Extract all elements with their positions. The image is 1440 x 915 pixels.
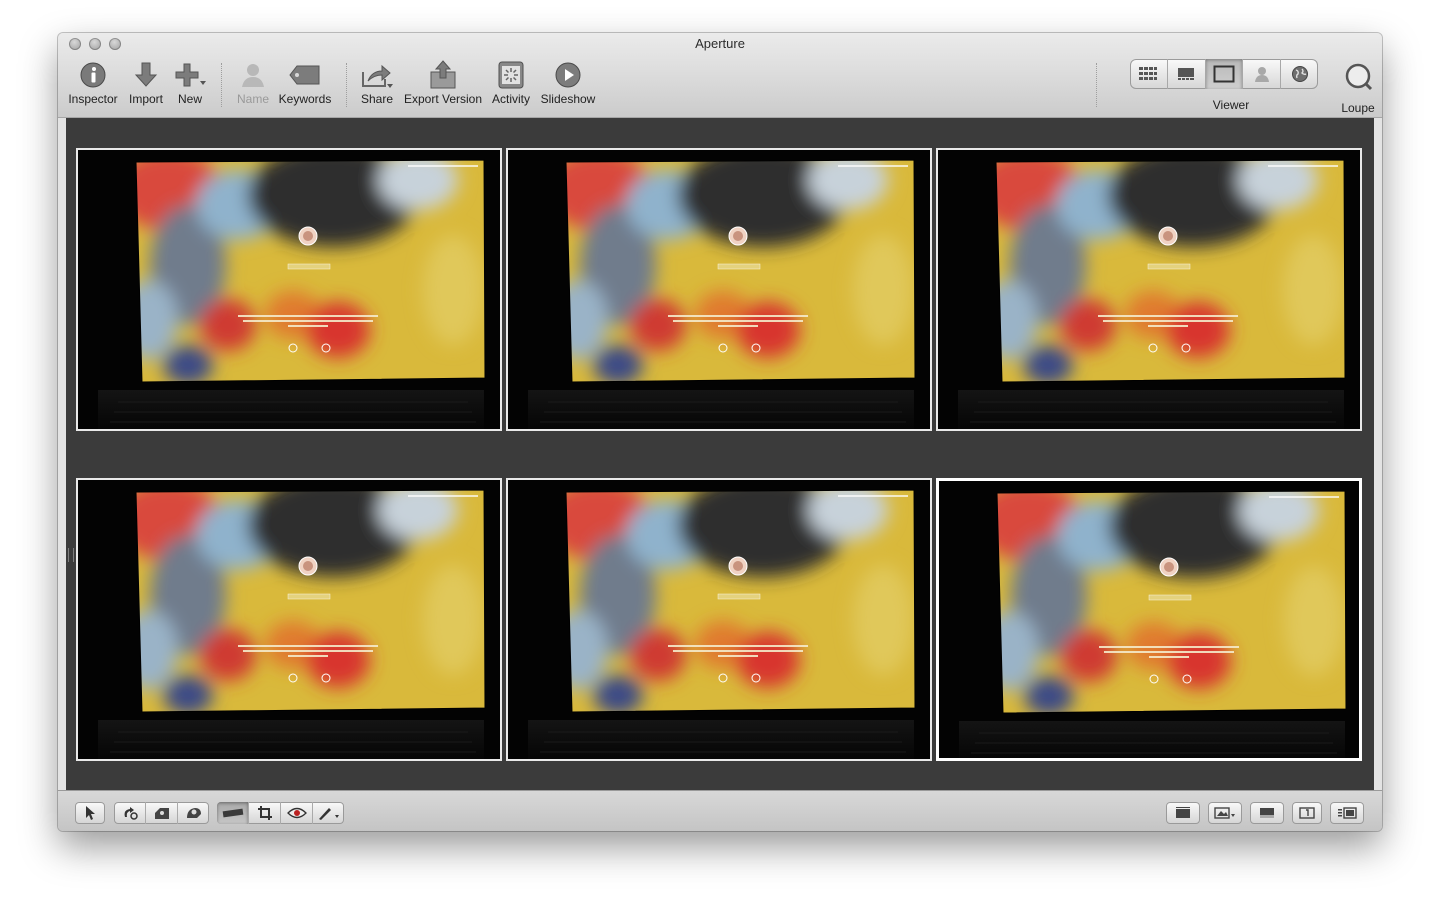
info-icon bbox=[80, 62, 106, 88]
activity-button[interactable]: Activity bbox=[488, 59, 534, 106]
primary-only-button[interactable] bbox=[1292, 802, 1322, 824]
metadata-icon bbox=[1260, 808, 1274, 818]
photo-image bbox=[78, 480, 500, 759]
viewer-only-button[interactable] bbox=[1205, 59, 1244, 89]
name-button[interactable]: Name bbox=[232, 59, 274, 106]
pointer-icon bbox=[86, 806, 95, 820]
rotate-tool-button[interactable] bbox=[114, 802, 146, 824]
quick-brush-icon bbox=[222, 808, 243, 818]
inspector-button[interactable]: Inspector bbox=[66, 59, 120, 106]
photo-thumbnail[interactable] bbox=[506, 148, 932, 431]
slideshow-button[interactable]: Slideshow bbox=[536, 59, 600, 106]
photo-image bbox=[938, 150, 1360, 429]
activity-icon bbox=[498, 61, 524, 89]
inspector-label: Inspector bbox=[68, 92, 118, 106]
activity-label: Activity bbox=[491, 92, 530, 106]
slideshow-label: Slideshow bbox=[540, 92, 596, 106]
browse-options-button[interactable] bbox=[1208, 802, 1242, 824]
filmstrip-icon bbox=[1176, 807, 1190, 818]
play-icon bbox=[555, 62, 581, 88]
red-eye-tool-button[interactable] bbox=[281, 802, 313, 824]
pointer-tool-button[interactable] bbox=[75, 802, 105, 824]
window-title: Aperture bbox=[695, 36, 745, 51]
export-version-button[interactable]: Export Version bbox=[400, 59, 486, 106]
toolbar-separator bbox=[221, 63, 222, 107]
loupe-label: Loupe bbox=[1341, 101, 1375, 115]
toolbar-separator bbox=[346, 63, 347, 107]
filmstrip-view-button[interactable] bbox=[1168, 59, 1206, 89]
viewer-area bbox=[66, 118, 1374, 790]
primary-only-icon bbox=[1299, 807, 1315, 819]
import-arrow-icon bbox=[134, 62, 158, 87]
adjust-tools-group bbox=[114, 802, 209, 824]
filmstrip-view-icon bbox=[1178, 68, 1195, 80]
lift-stamp-icon bbox=[186, 808, 201, 818]
inspector-layout-button[interactable] bbox=[1330, 802, 1364, 824]
photo-thumbnail[interactable] bbox=[76, 148, 502, 431]
photo-thumbnail-selected[interactable] bbox=[936, 478, 1362, 761]
metadata-overlay-button[interactable] bbox=[1250, 802, 1284, 824]
crop-icon bbox=[257, 806, 272, 820]
faces-icon bbox=[1254, 67, 1269, 82]
crop-tool-button[interactable] bbox=[249, 802, 281, 824]
photo-image bbox=[939, 481, 1359, 758]
places-icon bbox=[1291, 66, 1308, 82]
keywords-label: Keywords bbox=[278, 92, 332, 106]
viewer-mode-control[interactable] bbox=[1130, 59, 1318, 89]
filmstrip-toggle-button[interactable] bbox=[1166, 802, 1200, 824]
photo-image bbox=[508, 480, 930, 759]
places-button[interactable] bbox=[1281, 59, 1318, 89]
viewer-only-icon bbox=[1213, 65, 1235, 83]
person-icon bbox=[242, 64, 264, 87]
faces-button[interactable] bbox=[1243, 59, 1282, 89]
new-label: New bbox=[177, 92, 202, 106]
title-toolbar: Aperture Inspector Import New Name Keywo… bbox=[58, 33, 1382, 118]
export-version-label: Export Version bbox=[403, 92, 483, 106]
import-button[interactable]: Import bbox=[124, 59, 168, 106]
straighten-icon bbox=[154, 808, 169, 819]
bottom-toolbar bbox=[58, 790, 1382, 831]
plus-icon bbox=[175, 63, 206, 87]
new-button[interactable]: New bbox=[170, 59, 210, 106]
loupe-button[interactable]: Loupe bbox=[1336, 61, 1380, 115]
inspector-layout-icon bbox=[1338, 807, 1357, 819]
photo-image bbox=[508, 150, 930, 429]
loupe-icon bbox=[1345, 63, 1373, 91]
share-button[interactable]: Share bbox=[356, 59, 398, 106]
grid-view-icon bbox=[1139, 67, 1158, 80]
photo-options-icon bbox=[1214, 807, 1235, 819]
photo-image bbox=[78, 150, 500, 429]
brush-icon bbox=[318, 808, 339, 820]
share-icon bbox=[362, 64, 393, 88]
export-icon bbox=[430, 60, 456, 89]
tag-icon bbox=[289, 65, 320, 85]
lift-stamp-tool-button[interactable] bbox=[178, 802, 209, 824]
photo-thumbnail[interactable] bbox=[76, 478, 502, 761]
red-eye-icon bbox=[286, 807, 307, 819]
grid-view-button[interactable] bbox=[1130, 59, 1168, 89]
viewer-label: Viewer bbox=[1212, 98, 1250, 112]
straighten-tool-button[interactable] bbox=[146, 802, 178, 824]
split-handle[interactable] bbox=[68, 548, 74, 562]
brush-tool-button[interactable] bbox=[313, 802, 344, 824]
quick-brush-tool-button[interactable] bbox=[217, 802, 249, 824]
keywords-button[interactable]: Keywords bbox=[276, 59, 334, 106]
rotate-icon bbox=[124, 807, 138, 820]
photo-thumbnail[interactable] bbox=[506, 478, 932, 761]
photo-thumbnail[interactable] bbox=[936, 148, 1362, 431]
edit-tools-group bbox=[217, 802, 344, 824]
aperture-window: Aperture Inspector Import New Name Keywo… bbox=[58, 33, 1382, 831]
import-label: Import bbox=[128, 92, 163, 106]
share-label: Share bbox=[360, 92, 394, 106]
toolbar-separator bbox=[1096, 63, 1097, 107]
name-label: Name bbox=[236, 92, 269, 106]
